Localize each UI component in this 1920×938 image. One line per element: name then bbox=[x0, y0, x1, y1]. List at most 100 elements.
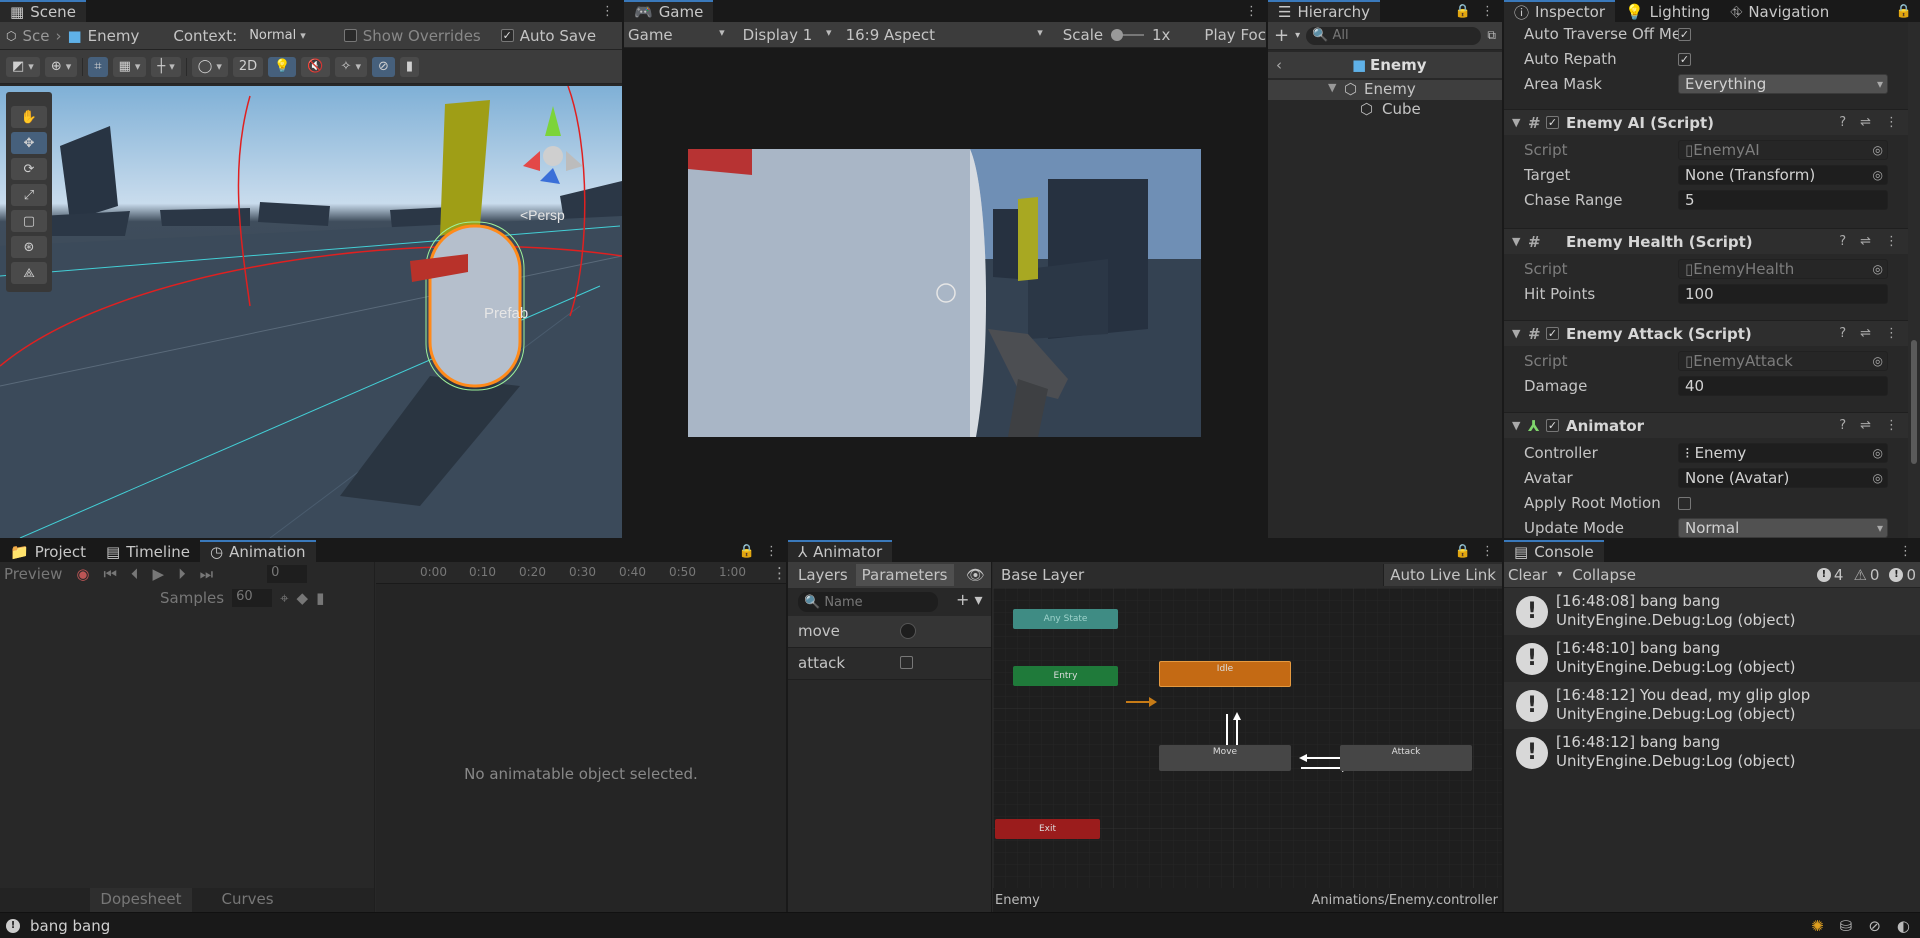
collab-icon[interactable]: ◐ bbox=[1897, 917, 1910, 935]
collapse-button[interactable]: Collapse bbox=[1572, 566, 1636, 584]
foldout-arrow-icon[interactable]: ▼ bbox=[1512, 116, 1520, 129]
scene-visibility-icon[interactable]: ⧉ bbox=[1487, 28, 1496, 43]
help-icon[interactable]: ? bbox=[1839, 326, 1846, 341]
draw-mode-icon[interactable]: ◩ bbox=[6, 56, 40, 77]
controller-field[interactable]: ⁝ Enemy ◎ bbox=[1678, 443, 1888, 463]
enemy-ai-enabled-checkbox[interactable]: ✓ bbox=[1546, 116, 1559, 129]
animator-graph[interactable]: Base Layer Auto Live Link Any State Entr… bbox=[993, 562, 1502, 912]
status-message[interactable]: bang bang bbox=[30, 917, 110, 935]
tab-animation[interactable]: ◷ Animation bbox=[199, 540, 316, 562]
root-motion-checkbox[interactable] bbox=[1678, 496, 1691, 510]
preset-icon[interactable]: ⇌ bbox=[1860, 234, 1871, 249]
animator-enabled-checkbox[interactable]: ✓ bbox=[1546, 419, 1559, 432]
custom-tool-icon[interactable]: ⟁ bbox=[11, 262, 47, 284]
tab-game[interactable]: 🎮 Game bbox=[624, 0, 714, 22]
tab-scene[interactable]: ▦ Scene bbox=[0, 0, 86, 22]
state-exit[interactable]: Exit bbox=[995, 819, 1100, 839]
prev-frame-icon[interactable]: ⏴ bbox=[131, 565, 139, 583]
event-marker-icon[interactable]: ▮ bbox=[316, 589, 324, 607]
curves-tab[interactable]: Curves bbox=[212, 888, 284, 912]
area-mask-dropdown[interactable]: Everything ▾ bbox=[1678, 74, 1888, 94]
preview-button[interactable]: Preview bbox=[4, 565, 62, 583]
lock-icon[interactable]: 🔒 bbox=[1455, 4, 1471, 19]
grid-icon[interactable]: ▦ bbox=[112, 56, 147, 77]
camera-icon[interactable]: ▮ bbox=[399, 56, 420, 77]
parameter-search[interactable]: 🔍 Name bbox=[798, 592, 938, 612]
visibility-toggle-icon[interactable]: ⊘ bbox=[371, 56, 395, 77]
enemy-health-header[interactable]: ▼ # Enemy Health (Script) ? ⇌ ⋮ bbox=[1504, 228, 1908, 254]
mode-2d-toggle[interactable]: 2D bbox=[232, 56, 264, 77]
target-field[interactable]: None (Transform) ◎ bbox=[1678, 165, 1888, 185]
orientation-gizmo[interactable] bbox=[523, 106, 583, 184]
hand-tool-icon[interactable]: ✋ bbox=[11, 106, 47, 128]
hierarchy-item[interactable]: ⬡ Cube bbox=[1268, 100, 1502, 120]
tab-console[interactable]: ▤ Console bbox=[1504, 540, 1604, 562]
help-icon[interactable]: ? bbox=[1839, 115, 1846, 130]
tab-inspector[interactable]: ⓘ Inspector bbox=[1504, 0, 1615, 22]
help-icon[interactable]: ? bbox=[1839, 234, 1846, 249]
state-any[interactable]: Any State bbox=[1013, 609, 1118, 629]
lighting-toggle-icon[interactable]: 💡 bbox=[268, 56, 297, 77]
samples-input[interactable]: 60 bbox=[232, 589, 273, 607]
damage-input[interactable]: 40 bbox=[1678, 376, 1888, 396]
parameters-tab[interactable]: Parameters bbox=[855, 564, 954, 586]
update-mode-dropdown[interactable]: Normal ▾ bbox=[1678, 518, 1888, 538]
avatar-field[interactable]: None (Avatar) ◎ bbox=[1678, 468, 1888, 488]
kebab-icon[interactable]: ⋮ bbox=[1481, 544, 1494, 559]
warning-filter[interactable]: ⚠ 0 bbox=[1853, 566, 1879, 584]
state-idle[interactable]: Idle bbox=[1159, 661, 1291, 687]
enemy-attack-header[interactable]: ▼ # ✓ Enemy Attack (Script) ? ⇌ ⋮ bbox=[1504, 320, 1908, 346]
eye-icon[interactable]: 👁 bbox=[966, 566, 991, 584]
rotate-tool-icon[interactable]: ⟳ bbox=[11, 158, 47, 180]
clear-options-dropdown[interactable]: ▾ bbox=[1557, 569, 1562, 580]
parameter-row[interactable]: move bbox=[788, 616, 991, 648]
console-entry[interactable]: ! [16:48:12] You dead, my glip glop Unity… bbox=[1504, 682, 1920, 729]
error-filter[interactable]: ! 0 bbox=[1889, 566, 1916, 584]
foldout-arrow-icon[interactable]: ▼ bbox=[1512, 419, 1520, 432]
enemy-attack-enabled-checkbox[interactable]: ✓ bbox=[1546, 327, 1559, 340]
preset-icon[interactable]: ⇌ bbox=[1860, 115, 1871, 130]
kebab-icon[interactable]: ⋮ bbox=[765, 544, 778, 559]
first-frame-icon[interactable]: ⏮ bbox=[103, 565, 117, 583]
display-dropdown[interactable]: Display 1 bbox=[731, 26, 838, 44]
chevron-down-icon[interactable]: ▾ bbox=[1295, 30, 1300, 41]
scale-slider-thumb[interactable] bbox=[1111, 28, 1124, 41]
game-tab-menu[interactable]: ⋮ bbox=[1245, 0, 1266, 22]
state-attack[interactable]: Attack bbox=[1340, 745, 1472, 771]
console-entry[interactable]: ! [16:48:08] bang bang UnityEngine.Debug:… bbox=[1504, 588, 1920, 635]
lock-icon[interactable]: 🔒 bbox=[1896, 4, 1912, 19]
console-entry[interactable]: ! [16:48:12] bang bang UnityEngine.Debug:… bbox=[1504, 729, 1920, 776]
auto-repath-checkbox[interactable]: ✓ bbox=[1678, 52, 1691, 66]
game-view[interactable] bbox=[688, 149, 1201, 437]
effects-toggle-icon[interactable]: ✧ bbox=[334, 56, 367, 77]
context-dropdown[interactable]: Normal bbox=[243, 25, 312, 46]
expand-arrow-icon[interactable]: ▼ bbox=[1328, 81, 1336, 94]
gizmo-globe-icon[interactable]: ⊕ bbox=[44, 56, 78, 77]
kebab-icon[interactable]: ⋮ bbox=[772, 564, 786, 582]
enemy-ai-header[interactable]: ▼ # ✓ Enemy AI (Script) ? ⇌ ⋮ bbox=[1504, 109, 1908, 135]
frame-input[interactable]: 0 bbox=[267, 565, 308, 583]
preset-icon[interactable]: ⇌ bbox=[1860, 418, 1871, 433]
aspect-dropdown[interactable]: 16:9 Aspect bbox=[838, 26, 1049, 44]
play-icon[interactable]: ▶ bbox=[153, 565, 165, 583]
kebab-icon[interactable]: ⋮ bbox=[1885, 115, 1898, 130]
timeline-area[interactable]: 0:00 0:10 0:20 0:30 0:40 0:50 1:00 ⋮ No … bbox=[376, 562, 786, 912]
lock-icon[interactable]: 🔒 bbox=[739, 544, 755, 559]
add-parameter-icon[interactable]: + ▾ bbox=[956, 590, 983, 609]
chase-range-input[interactable]: 5 bbox=[1678, 190, 1888, 210]
animator-header[interactable]: ▼ ⅄ ✓ Animator ? ⇌ ⋮ bbox=[1504, 412, 1908, 438]
hierarchy-item[interactable]: ▼ ⬡ Enemy bbox=[1268, 80, 1502, 100]
object-picker-icon[interactable]: ◎ bbox=[1873, 446, 1883, 460]
console-tab-menu[interactable]: ⋮ bbox=[1899, 540, 1920, 562]
kebab-icon[interactable]: ⋮ bbox=[601, 4, 614, 19]
tab-navigation[interactable]: ⛗ Navigation bbox=[1720, 0, 1840, 22]
kebab-icon[interactable]: ⋮ bbox=[1899, 544, 1912, 559]
hit-points-input[interactable]: 100 bbox=[1678, 284, 1888, 304]
inspector-scrollbar[interactable] bbox=[1908, 22, 1920, 538]
scale-slider[interactable] bbox=[1111, 28, 1144, 41]
state-entry[interactable]: Entry bbox=[1013, 666, 1118, 686]
game-view-dropdown[interactable]: Game bbox=[624, 26, 731, 44]
back-arrow-icon[interactable]: ‹ bbox=[1276, 56, 1282, 74]
foldout-arrow-icon[interactable]: ▼ bbox=[1512, 327, 1520, 340]
lock-icon[interactable]: 🔒 bbox=[1455, 544, 1471, 559]
